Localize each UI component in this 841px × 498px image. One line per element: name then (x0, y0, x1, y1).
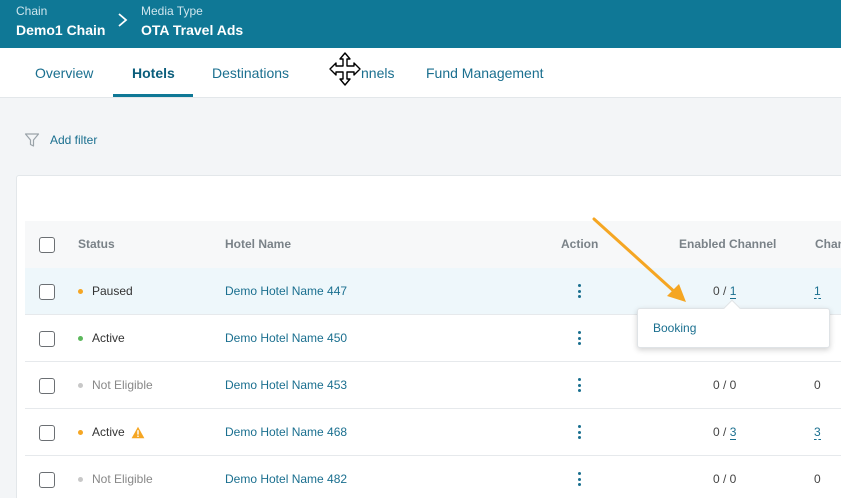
enabled-channel-cell: 0 / 0 (713, 456, 736, 498)
row-checkbox[interactable] (39, 472, 55, 488)
enabled-total-link[interactable]: 3 (729, 425, 737, 440)
tab-fund-management[interactable]: Fund Management (426, 48, 544, 98)
select-all-checkbox[interactable] (39, 237, 55, 253)
chevron-right-icon (118, 13, 128, 27)
status-cell: Paused (78, 268, 133, 315)
channels-count-link[interactable]: 3 (814, 425, 821, 440)
enabled-channel-cell: 0 / 0 (713, 362, 736, 409)
tab-bar: Overview Hotels Destinations nnels Fund … (0, 48, 841, 98)
channels-count: 0 (814, 472, 821, 486)
table-row[interactable]: Not Eligible Demo Hotel Name 482 0 / 0 0 (25, 456, 841, 498)
move-cursor-icon (329, 52, 361, 86)
hotel-name-link[interactable]: Demo Hotel Name 453 (225, 362, 347, 409)
breadcrumb-chain[interactable]: Chain Demo1 Chain (16, 4, 105, 39)
warning-triangle-icon[interactable] (131, 426, 145, 439)
channels-count: 0 (814, 378, 821, 392)
breadcrumb-media-type[interactable]: Media Type OTA Travel Ads (141, 4, 243, 39)
hotel-name-link[interactable]: Demo Hotel Name 450 (225, 315, 347, 362)
row-checkbox[interactable] (39, 425, 55, 441)
enabled-count: 0 / (713, 284, 730, 298)
status-text: Active (92, 331, 125, 345)
status-text: Paused (92, 284, 133, 298)
enabled-count: 0 / 0 (713, 378, 737, 392)
popover-item-booking[interactable]: Booking (653, 309, 696, 347)
active-tab-indicator (113, 94, 193, 97)
tab-channels[interactable]: nnels (361, 48, 394, 98)
kebab-menu-icon[interactable] (573, 329, 585, 347)
status-dot (78, 430, 83, 435)
hotel-name-link[interactable]: Demo Hotel Name 468 (225, 409, 347, 456)
status-dot (78, 383, 83, 388)
status-dot (78, 289, 83, 294)
kebab-menu-icon[interactable] (573, 470, 585, 488)
media-type-value: OTA Travel Ads (141, 22, 244, 38)
row-checkbox[interactable] (39, 331, 55, 347)
table-row[interactable]: Active Demo Hotel Name 468 0 / 3 3 (25, 409, 841, 456)
status-dot (78, 477, 83, 482)
tab-destinations[interactable]: Destinations (212, 48, 289, 98)
tab-hotels[interactable]: Hotels (132, 48, 175, 98)
tab-overview[interactable]: Overview (35, 48, 93, 98)
funnel-icon (24, 133, 40, 147)
status-dot (78, 336, 83, 341)
hotel-name-link[interactable]: Demo Hotel Name 482 (225, 456, 347, 498)
header-hotel-name[interactable]: Hotel Name (225, 221, 291, 268)
row-checkbox[interactable] (39, 378, 55, 394)
channels-cell[interactable]: 3 (814, 409, 821, 456)
table-header: Status Hotel Name Action Enabled Channel… (25, 221, 841, 268)
chain-label: Chain (16, 4, 48, 18)
enabled-count: 0 / (713, 425, 730, 439)
header-status[interactable]: Status (78, 221, 115, 268)
header-channels[interactable]: Chan (815, 221, 841, 268)
kebab-menu-icon[interactable] (573, 376, 585, 394)
enabled-total-link[interactable]: 1 (729, 284, 737, 299)
status-text: Active (92, 425, 125, 439)
enabled-count: 0 / 0 (713, 472, 737, 486)
channel-popover: Booking (637, 299, 830, 348)
header-action: Action (561, 237, 599, 251)
add-filter-button[interactable]: Add filter (24, 130, 97, 150)
row-checkbox[interactable] (39, 284, 55, 300)
top-header-bar: Chain Demo1 Chain Media Type OTA Travel … (0, 0, 841, 48)
media-type-label: Media Type (141, 4, 203, 18)
hotel-name-link[interactable]: Demo Hotel Name 447 (225, 268, 347, 315)
add-filter-label: Add filter (50, 133, 98, 147)
status-cell: Not Eligible (78, 362, 153, 409)
status-text: Not Eligible (92, 472, 153, 486)
channels-count-link[interactable]: 1 (814, 284, 821, 299)
status-text: Not Eligible (92, 378, 153, 392)
header-enabled-channel[interactable]: Enabled Channel (679, 221, 776, 268)
kebab-menu-icon[interactable] (573, 282, 585, 300)
chain-value: Demo1 Chain (16, 22, 106, 38)
status-cell: Not Eligible (78, 456, 153, 498)
table-row[interactable]: Not Eligible Demo Hotel Name 453 0 / 0 0 (25, 362, 841, 409)
status-cell: Active (78, 315, 125, 362)
kebab-menu-icon[interactable] (573, 423, 585, 441)
enabled-channel-cell: 0 / 3 (713, 409, 737, 456)
status-cell: Active (78, 409, 145, 456)
